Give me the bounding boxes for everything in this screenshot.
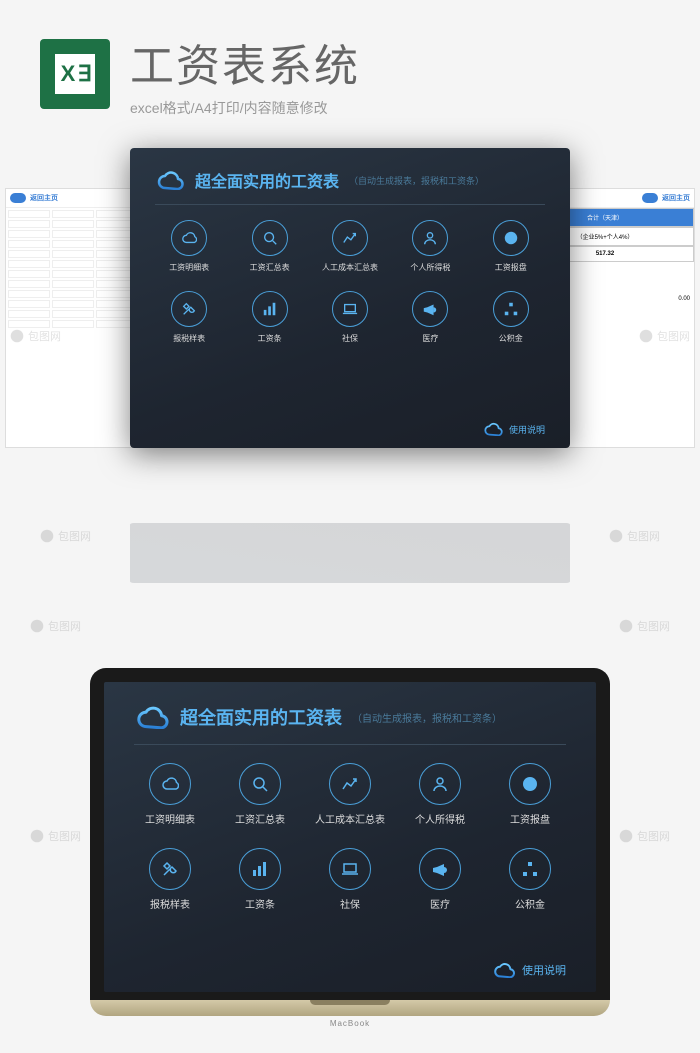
laptop-mockup: 包图网 包图网 包图网 包图网 超全面实用的工资表 （自动生成报表，报税和工资条… (0, 668, 700, 1016)
laptop-icon (332, 291, 368, 327)
tile-label: 个人所得税 (415, 811, 465, 826)
tile-label: 工资汇总表 (235, 811, 285, 826)
preview-area: 返回主页 返回主页 合计（天津） （企业5%+个人4%） 517.32 0.00… (0, 148, 700, 548)
dashboard-icon-grid: 工资明细表 工资汇总表 人工成本汇总表 个人所得税 工资报盘报税样表 工资条 社保 医疗 公积金 (134, 763, 566, 911)
cloud-logo-icon (134, 705, 170, 729)
dashboard-tile-bars[interactable]: 工资条 (224, 848, 296, 911)
usage-instructions-link[interactable]: 使用说明 (492, 962, 566, 978)
dashboard-subtitle: （自动生成报表，报税和工资条） (352, 710, 502, 725)
laptop-screen-dashboard: 超全面实用的工资表 （自动生成报表，报税和工资条） 工资明细表 工资汇总表 人工成本… (104, 682, 596, 992)
laptop-brand-label: MacBook (330, 1019, 370, 1028)
dashboard-tile-laptop[interactable]: 社保 (316, 291, 384, 344)
megaphone-icon (412, 291, 448, 327)
usage-instructions-link[interactable]: 使用说明 (483, 422, 545, 436)
watermark: 包图网 (619, 618, 670, 634)
bars-icon (252, 291, 288, 327)
page-header: X ∃ 工资表系统 excel格式/A4打印/内容随意修改 (0, 0, 700, 128)
org-icon (493, 291, 529, 327)
tile-label: 公积金 (499, 333, 523, 344)
person-icon (412, 220, 448, 256)
cloud-icon (642, 193, 658, 203)
excel-logo-icon: X ∃ (40, 39, 110, 109)
page-title: 工资表系统 (130, 30, 660, 94)
laptop-icon (329, 848, 371, 890)
search-icon (252, 220, 288, 256)
cloud-icon (10, 193, 26, 203)
cloud-logo-icon (155, 170, 185, 190)
tile-label: 报税样表 (173, 333, 205, 344)
main-dashboard-panel: 超全面实用的工资表 （自动生成报表，报税和工资条） 工资明细表 工资汇总表 人工成本… (130, 148, 570, 448)
dashboard-tile-pie[interactable]: 工资报盘 (494, 763, 566, 826)
watermark: 包图网 (30, 618, 81, 634)
tile-label: 工资明细表 (145, 811, 195, 826)
dashboard-tile-person[interactable]: 个人所得税 (396, 220, 464, 273)
tile-label: 报税样表 (150, 896, 190, 911)
tile-label: 工资条 (245, 896, 275, 911)
dashboard-tile-person[interactable]: 个人所得税 (404, 763, 476, 826)
dashboard-tile-cloud[interactable]: 工资明细表 (155, 220, 223, 273)
tools-icon (149, 848, 191, 890)
dashboard-tile-megaphone[interactable]: 医疗 (396, 291, 464, 344)
dashboard-tile-org[interactable]: 公积金 (477, 291, 545, 344)
tile-label: 社保 (342, 333, 358, 344)
pie-icon (509, 763, 551, 805)
dashboard-tile-chart-line[interactable]: 人工成本汇总表 (316, 220, 384, 273)
tile-label: 工资明细表 (169, 262, 209, 273)
tile-label: 社保 (340, 896, 360, 911)
tile-label: 工资条 (258, 333, 282, 344)
watermark: 包图网 (10, 328, 61, 344)
watermark: 包图网 (40, 528, 91, 544)
laptop-base (90, 1000, 610, 1016)
dashboard-icon-grid: 工资明细表 工资汇总表 人工成本汇总表 个人所得税 工资报盘报税样表 工资条 社保 医疗 公积金 (155, 220, 545, 344)
tile-label: 工资汇总表 (250, 262, 290, 273)
tile-label: 工资报盘 (510, 811, 550, 826)
chart-line-icon (332, 220, 368, 256)
dashboard-tile-bars[interactable]: 工资条 (235, 291, 303, 344)
cloud-icon (492, 962, 516, 978)
dashboard-tile-tools[interactable]: 报税样表 (155, 291, 223, 344)
dashboard-title: 超全面实用的工资表 (180, 704, 342, 730)
bars-icon (239, 848, 281, 890)
tile-label: 个人所得税 (410, 262, 450, 273)
dashboard-tile-org[interactable]: 公积金 (494, 848, 566, 911)
tile-label: 医疗 (422, 333, 438, 344)
dashboard-title: 超全面实用的工资表 (195, 168, 339, 192)
tile-label: 公积金 (515, 896, 545, 911)
watermark: 包图网 (609, 528, 660, 544)
dashboard-tile-chart-line[interactable]: 人工成本汇总表 (314, 763, 386, 826)
tile-label: 人工成本汇总表 (322, 262, 378, 273)
person-icon (419, 763, 461, 805)
dashboard-tile-pie[interactable]: 工资报盘 (477, 220, 545, 273)
watermark: 包图网 (30, 828, 81, 844)
reflection-decoration (130, 523, 570, 583)
chart-line-icon (329, 763, 371, 805)
dashboard-tile-megaphone[interactable]: 医疗 (404, 848, 476, 911)
dashboard-tile-search[interactable]: 工资汇总表 (224, 763, 296, 826)
pie-icon (493, 220, 529, 256)
tools-icon (171, 291, 207, 327)
tile-label: 工资报盘 (495, 262, 527, 273)
cloud-icon (171, 220, 207, 256)
laptop-frame: 超全面实用的工资表 （自动生成报表，报税和工资条） 工资明细表 工资汇总表 人工成本… (90, 668, 610, 1000)
search-icon (239, 763, 281, 805)
dashboard-subtitle: （自动生成报表，报税和工资条） (349, 174, 484, 187)
watermark: 包图网 (639, 328, 690, 344)
watermark: 包图网 (619, 828, 670, 844)
tile-label: 医疗 (430, 896, 450, 911)
org-icon (509, 848, 551, 890)
dashboard-tile-tools[interactable]: 报税样表 (134, 848, 206, 911)
page-subtitle: excel格式/A4打印/内容随意修改 (130, 98, 660, 118)
tile-label: 人工成本汇总表 (315, 811, 385, 826)
dashboard-tile-laptop[interactable]: 社保 (314, 848, 386, 911)
dashboard-tile-search[interactable]: 工资汇总表 (235, 220, 303, 273)
cloud-icon (483, 422, 503, 436)
megaphone-icon (419, 848, 461, 890)
cloud-icon (149, 763, 191, 805)
dashboard-tile-cloud[interactable]: 工资明细表 (134, 763, 206, 826)
